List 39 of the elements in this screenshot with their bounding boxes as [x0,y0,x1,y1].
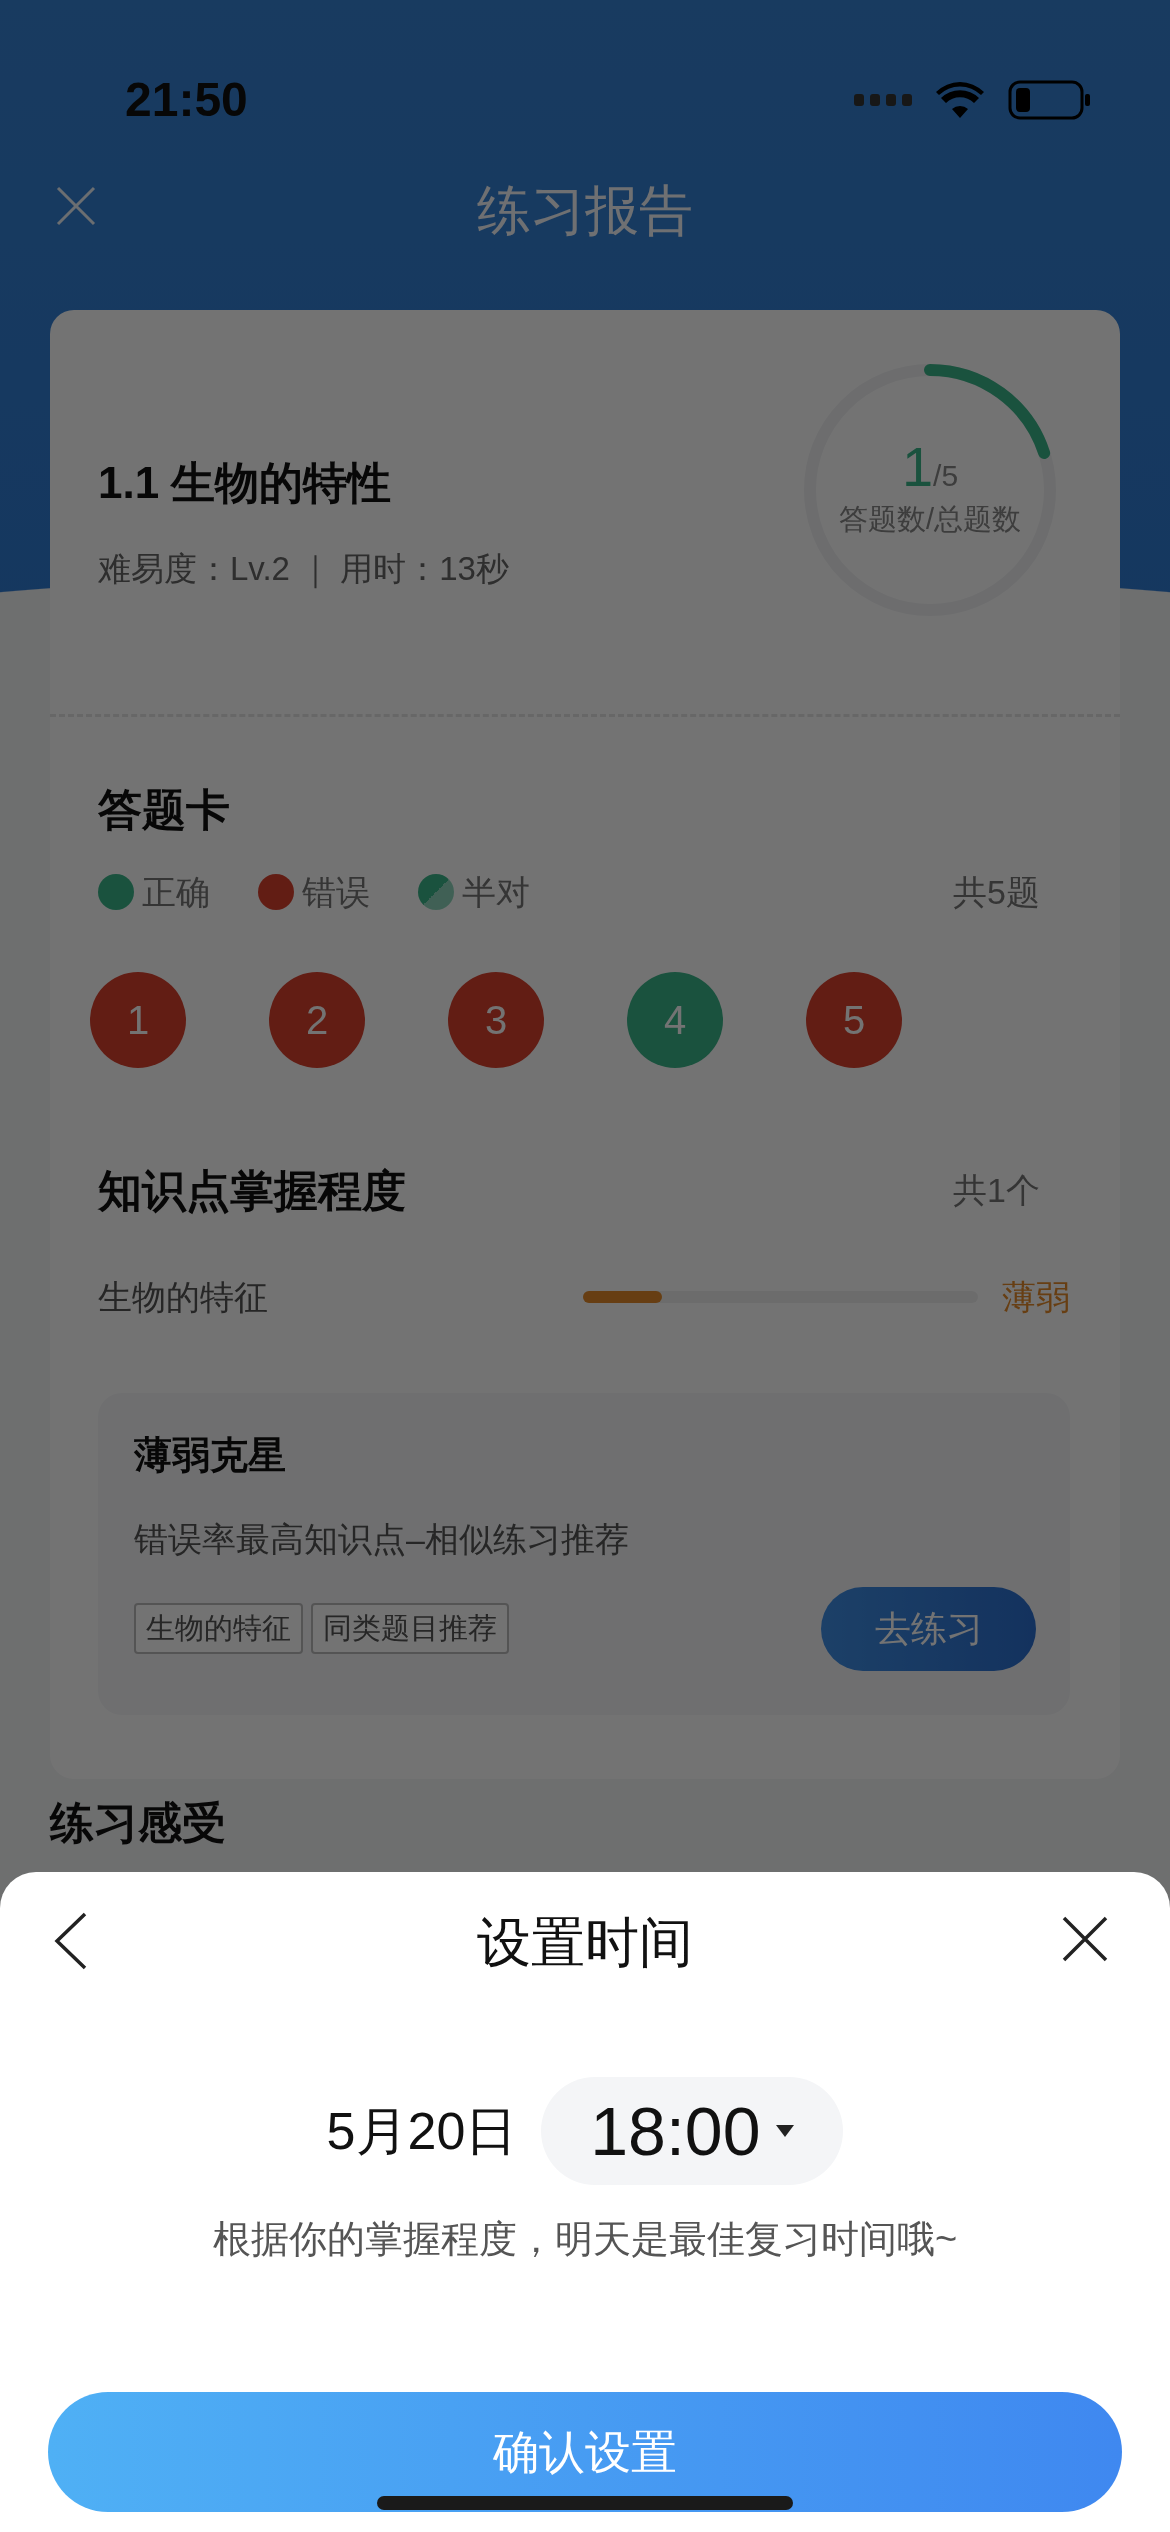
tag: 生物的特征 [134,1602,303,1655]
wifi-icon [936,82,984,118]
question-number[interactable]: 3 [448,971,544,1068]
question-number[interactable]: 4 [627,971,723,1068]
signal-icon [854,94,912,106]
knowledge-name: 生物的特征 [98,1276,269,1318]
lesson-meta: 难易度：Lv.2 ｜ 用时：13秒 [98,549,509,591]
section-title: 练习感受 [50,1796,226,1849]
time-dropdown[interactable]: 18:00 [541,2077,844,2185]
hint-text: 根据你的掌握程度，明天是最佳复习时间哦~ [211,2217,959,2262]
legend-label: 错误 [302,871,370,913]
legend-label: 正确 [142,871,210,913]
legend-dot [418,874,454,910]
mastery-status: 薄弱 [1002,1276,1070,1318]
question-number[interactable]: 2 [269,971,365,1068]
section-title: 答题卡 [98,783,231,836]
section-title: 知识点掌握程度 [98,1164,406,1217]
answered-count: 1 [901,434,934,498]
status-time: 21:50 [125,72,248,128]
battery-icon [1008,80,1090,120]
practice-button[interactable]: 去练习 [821,1586,1036,1671]
question-number[interactable]: 5 [806,971,902,1068]
back-icon[interactable] [54,1912,88,1970]
sheet-title: 设置时间 [477,1910,693,1974]
lesson-title: 1.1 生物的特性 [98,457,393,509]
legend-dot [98,874,134,910]
caret-icon [776,2125,795,2137]
recommendation-subtitle: 错误率最高知识点–相似练习推荐 [134,1518,630,1560]
recommendation-title: 薄弱克星 [134,1432,287,1478]
legend-dot [258,874,294,910]
page-title: 练习报告 [477,178,693,242]
review-date: 5月20日 [326,2101,518,2162]
knowledge-count: 共1个 [953,1170,1040,1211]
tag: 同类题目推荐 [311,1602,509,1655]
confirm-button[interactable]: 确认设置 [48,2392,1122,2512]
question-total: 共5题 [953,871,1040,913]
question-number[interactable]: 1 [90,971,186,1068]
close-icon[interactable] [1062,1916,1108,1962]
legend-label: 半对 [462,871,530,913]
